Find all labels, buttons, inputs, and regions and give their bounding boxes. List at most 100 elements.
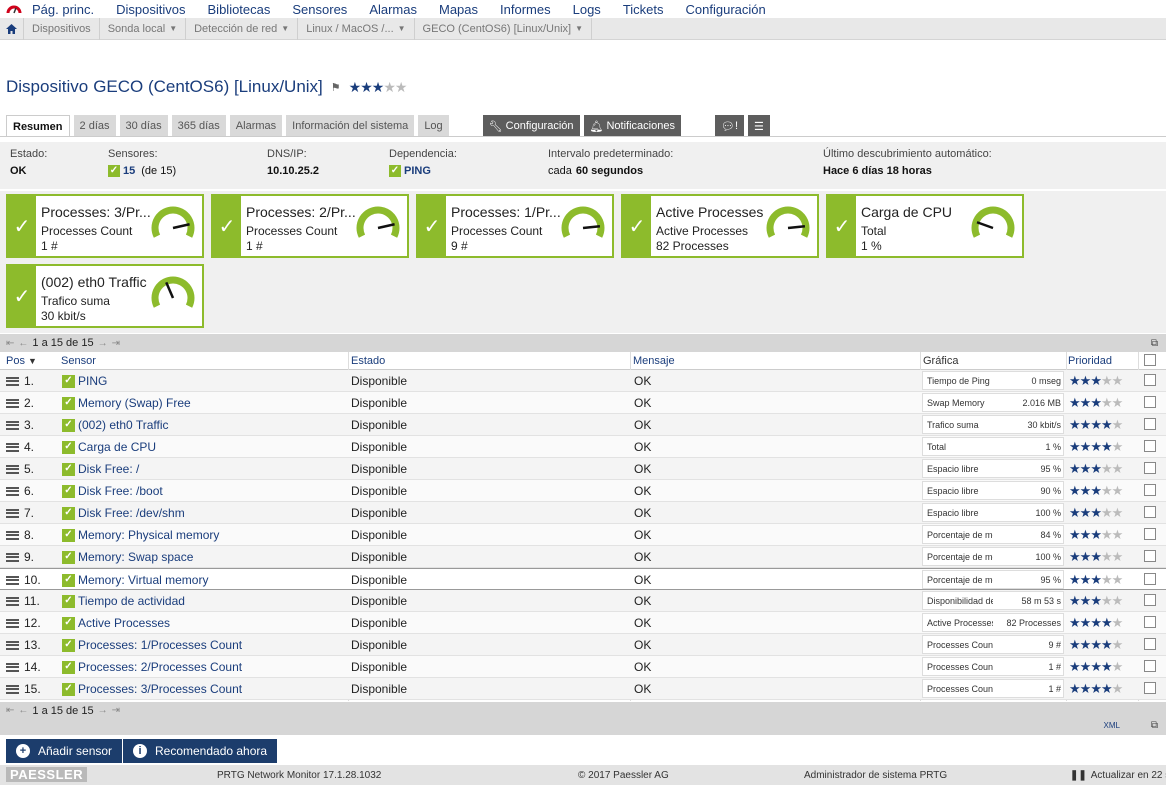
sensors-count[interactable]: 15 — [123, 165, 135, 177]
table-row[interactable]: 3. ✓ (002) eth0 Traffic Disponible OK Trafico… — [0, 414, 1166, 436]
row-checkbox[interactable] — [1144, 682, 1156, 694]
sensor-link[interactable]: ✓ Disk Free: / — [62, 462, 139, 476]
tab-2-days[interactable]: 2 días — [73, 115, 116, 137]
sensor-link[interactable]: ✓ Processes: 3/Processes Count — [62, 682, 242, 696]
sensor-link[interactable]: ✓ Memory: Virtual memory — [62, 573, 208, 587]
sensor-link[interactable]: ✓ Memory (Swap) Free — [62, 396, 191, 410]
tab-log[interactable]: Log — [418, 115, 449, 137]
row-checkbox[interactable] — [1144, 616, 1156, 628]
popout-icon[interactable]: ⧉ — [1151, 338, 1158, 349]
ticket-button[interactable]: 💬︎! — [714, 115, 744, 137]
priority-stars[interactable]: ★★★★★ — [1069, 637, 1123, 653]
priority-stars[interactable]: ★★★★★ — [1069, 615, 1123, 631]
next-page-icon[interactable]: → — [98, 338, 108, 349]
tab-system-info[interactable]: Información del sistema — [286, 115, 415, 137]
table-row[interactable]: 6. ✓ Disk Free: /boot Disponible OK Espacio l… — [0, 480, 1166, 502]
add-sensor-button[interactable]: + Añadir sensor — [6, 739, 123, 763]
drag-handle-icon[interactable] — [6, 530, 19, 540]
sensor-link[interactable]: ✓ Tiempo de actividad — [62, 594, 185, 608]
nav-settings[interactable]: Configuración — [686, 2, 766, 17]
sparkline-graph[interactable]: Processes Count 1 # — [922, 679, 1064, 698]
nav-alarms[interactable]: Alarmas — [369, 2, 417, 17]
sensor-link[interactable]: ✓ Disk Free: /boot — [62, 484, 163, 498]
sensor-link[interactable]: ✓ (002) eth0 Traffic — [62, 418, 169, 432]
gauge-tile[interactable]: ✓ Carga de CPU Total 1 % — [826, 194, 1024, 258]
sparkline-graph[interactable]: Processes Count 1 # — [922, 657, 1064, 676]
row-checkbox[interactable] — [1144, 550, 1156, 562]
drag-handle-icon[interactable] — [6, 596, 19, 606]
row-checkbox[interactable] — [1144, 528, 1156, 540]
nav-reports[interactable]: Informes — [500, 2, 551, 17]
drag-handle-icon[interactable] — [6, 684, 19, 694]
sparkline-graph[interactable]: Disponibilidad de 58 m 53 s — [922, 591, 1064, 610]
breadcrumb-device[interactable]: GECO (CentOS6) [Linux/Unix] ▼ — [415, 17, 593, 40]
context-menu-button[interactable]: ☰ — [748, 115, 770, 137]
table-row[interactable]: 13. ✓ Processes: 1/Processes Count Disponib… — [0, 634, 1166, 656]
drag-handle-icon[interactable] — [6, 552, 19, 562]
sparkline-graph[interactable]: Total 1 % — [922, 437, 1064, 456]
prtg-logo-icon[interactable] — [6, 2, 22, 16]
table-row[interactable]: 7. ✓ Disk Free: /dev/shm Disponible OK Espaci… — [0, 502, 1166, 524]
prev-page-icon[interactable]: ← — [18, 705, 28, 716]
tab-notifications[interactable]: 🔔︎ Notificaciones — [583, 115, 681, 137]
nav-maps[interactable]: Mapas — [439, 2, 478, 17]
table-row[interactable]: 15. ✓ Processes: 3/Processes Count Disponib… — [0, 678, 1166, 700]
sparkline-graph[interactable]: Active Processes 82 Processes — [922, 613, 1064, 632]
priority-stars[interactable]: ★★★★★ — [1069, 593, 1123, 609]
sensor-link[interactable]: ✓ Active Processes — [62, 616, 170, 630]
recommend-now-button[interactable]: i Recomendado ahora — [123, 739, 278, 763]
drag-handle-icon[interactable] — [6, 575, 19, 585]
nav-devices[interactable]: Dispositivos — [116, 2, 185, 17]
gauge-tile[interactable]: ✓ Processes: 2/Pr... Processes Count 1 # — [211, 194, 409, 258]
priority-stars[interactable]: ★★★★★ — [1069, 439, 1123, 455]
breadcrumb-devices[interactable]: Dispositivos — [24, 17, 100, 40]
first-page-icon[interactable]: ⇤ — [6, 705, 14, 716]
gauge-tile[interactable]: ✓ Active Processes Active Processes 82 P… — [621, 194, 819, 258]
priority-stars[interactable]: ★★★★★ — [1069, 505, 1123, 521]
drag-handle-icon[interactable] — [6, 508, 19, 518]
row-checkbox[interactable] — [1144, 462, 1156, 474]
col-sensor[interactable]: Sensor — [61, 355, 96, 367]
last-page-icon[interactable]: ⇥ — [112, 338, 120, 349]
drag-handle-icon[interactable] — [6, 442, 19, 452]
nav-logs[interactable]: Logs — [573, 2, 601, 17]
table-row[interactable]: 12. ✓ Active Processes Disponible OK Active P… — [0, 612, 1166, 634]
table-row[interactable]: 11. ✓ Tiempo de actividad Disponible OK Dispo… — [0, 590, 1166, 612]
sparkline-graph[interactable]: Swap Memory 2.016 MB — [922, 393, 1064, 412]
row-checkbox[interactable] — [1144, 594, 1156, 606]
next-page-icon[interactable]: → — [98, 705, 108, 716]
breadcrumb-probe[interactable]: Sonda local ▼ — [100, 17, 187, 40]
drag-handle-icon[interactable] — [6, 464, 19, 474]
sparkline-graph[interactable]: Tiempo de Ping 0 mseg — [922, 371, 1064, 390]
drag-handle-icon[interactable] — [6, 662, 19, 672]
drag-handle-icon[interactable] — [6, 398, 19, 408]
gauge-tile[interactable]: ✓ Processes: 1/Pr... Processes Count 9 # — [416, 194, 614, 258]
col-priority[interactable]: Prioridad — [1068, 355, 1112, 367]
sensor-link[interactable]: ✓ PING — [62, 374, 107, 388]
nav-libraries[interactable]: Bibliotecas — [208, 2, 271, 17]
priority-stars[interactable]: ★★★★★ — [1069, 527, 1123, 543]
sensor-link[interactable]: ✓ Memory: Physical memory — [62, 528, 219, 542]
sparkline-graph[interactable]: Porcentaje de me 95 % — [922, 570, 1064, 589]
footer-refresh[interactable]: ❚❚ Actualizar en 22 s — [1070, 770, 1166, 781]
priority-stars[interactable]: ★★★★★ — [1069, 483, 1123, 499]
row-checkbox[interactable] — [1144, 374, 1156, 386]
gauge-tile[interactable]: ✓ (002) eth0 Traffic Trafico suma 30 kbi… — [6, 264, 204, 328]
home-icon[interactable] — [0, 17, 24, 40]
col-pos[interactable]: Pos ▼ — [6, 355, 37, 367]
sparkline-graph[interactable]: Porcentaje de me 100 % — [922, 547, 1064, 566]
sparkline-graph[interactable]: Porcentaje de me 84 % — [922, 525, 1064, 544]
sensor-link[interactable]: ✓ Processes: 2/Processes Count — [62, 660, 242, 674]
table-row[interactable]: 1. ✓ PING Disponible OK Tiempo de Ping 0 mseg ★… — [0, 370, 1166, 392]
drag-handle-icon[interactable] — [6, 420, 19, 430]
popout-icon[interactable]: ⧉ — [1151, 720, 1158, 731]
footer-user[interactable]: Administrador de sistema PRTG — [804, 770, 947, 781]
gauge-tile[interactable]: ✓ Processes: 3/Pr... Processes Count 1 # — [6, 194, 204, 258]
dependency-value[interactable]: PING — [404, 165, 431, 177]
col-status[interactable]: Estado — [351, 355, 385, 367]
tab-30-days[interactable]: 30 días — [119, 115, 168, 137]
priority-stars[interactable]: ★★★★★ — [1069, 373, 1123, 389]
prev-page-icon[interactable]: ← — [18, 338, 28, 349]
sparkline-graph[interactable]: Espacio libre 95 % — [922, 459, 1064, 478]
drag-handle-icon[interactable] — [6, 376, 19, 386]
